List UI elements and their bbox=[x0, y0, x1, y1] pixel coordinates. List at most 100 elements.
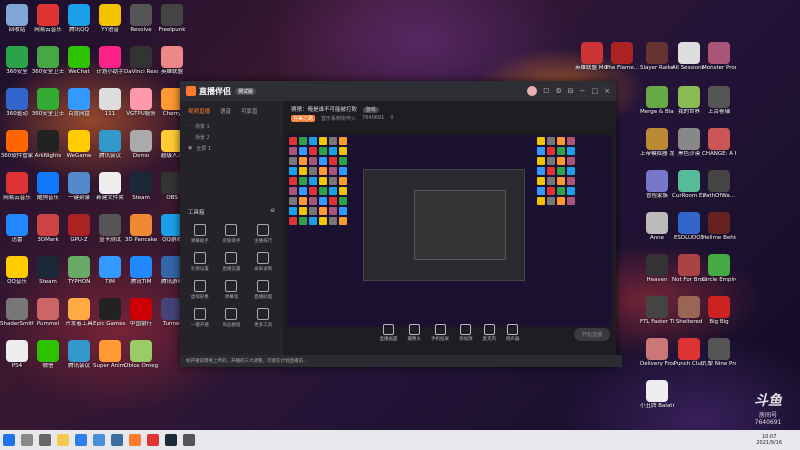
tool-item[interactable]: 弹幕助手 bbox=[184, 224, 216, 244]
desktop-icon[interactable]: 腾讯会议 bbox=[62, 340, 96, 369]
room-title[interactable]: 猜猜：俺是谁不可能被打败 bbox=[291, 107, 357, 113]
desktop-icon[interactable]: 回收站 bbox=[0, 4, 34, 33]
avatar[interactable] bbox=[527, 86, 538, 96]
desktop-icon[interactable]: PathOfWa... bbox=[702, 170, 736, 199]
desktop-icon[interactable]: CurRoom Expedition bbox=[672, 170, 706, 199]
desktop-icon[interactable]: VGTPU服务 bbox=[124, 88, 158, 117]
desktop-icon[interactable]: TYPHON bbox=[62, 256, 96, 285]
tool-item[interactable]: 礼物设置 bbox=[184, 252, 216, 272]
netease-music-icon[interactable] bbox=[147, 434, 159, 446]
desktop-icon[interactable]: 显卡测试 bbox=[93, 214, 127, 243]
desktop-icon[interactable]: 九黎 Nine Prov... bbox=[702, 338, 736, 367]
desktop-icon[interactable]: Slayer Raiken... bbox=[640, 42, 674, 71]
desktop-icon[interactable]: 111 bbox=[93, 88, 127, 117]
task-view-icon[interactable] bbox=[39, 434, 51, 446]
tool-item[interactable]: 商品橱窗 bbox=[216, 308, 248, 328]
source-button[interactable]: 手机投屏 bbox=[431, 324, 449, 342]
desktop-icon[interactable]: 网易云音乐 bbox=[0, 172, 34, 201]
desktop-icon[interactable]: QQ音乐 bbox=[0, 256, 34, 285]
obs-icon[interactable] bbox=[183, 434, 195, 446]
desktop-icon[interactable]: Monster Prom bbox=[702, 42, 736, 71]
desktop-icon[interactable]: 腾讯会议 bbox=[93, 130, 127, 159]
desktop-icon[interactable]: CHANGE: A Homeless... bbox=[702, 128, 736, 157]
desktop-icon[interactable]: All Sessions Reanimated bbox=[672, 42, 706, 71]
desktop-icon[interactable]: WeChat bbox=[62, 46, 96, 75]
start-live-button[interactable]: 开始直播 bbox=[573, 328, 610, 341]
source-button[interactable]: 摄像头 bbox=[408, 324, 421, 342]
desktop-icon[interactable]: Merge & Blade bbox=[640, 86, 674, 115]
desktop-icon[interactable]: 酷狗音乐 bbox=[31, 172, 65, 201]
room-category-badge[interactable]: 游戏 bbox=[362, 107, 379, 113]
maximize-button[interactable]: □ bbox=[592, 87, 599, 95]
desktop-icon[interactable]: Sheltered bbox=[672, 296, 706, 325]
desktop-icon[interactable]: DaVinci Resol... bbox=[124, 46, 158, 75]
desktop-icon[interactable]: 百度网盘 bbox=[62, 88, 96, 117]
desktop-icon[interactable]: Circle Empires bbox=[702, 254, 736, 283]
desktop-icon[interactable]: YY语音 bbox=[93, 4, 127, 33]
room-tag[interactable]: 完美之路 bbox=[291, 115, 316, 122]
desktop-icon[interactable]: 上古卷轴 bbox=[702, 86, 736, 115]
steam-icon[interactable] bbox=[165, 434, 177, 446]
source-button[interactable]: 添加源 bbox=[459, 324, 473, 342]
desktop-icon[interactable]: ESDLUDOS bbox=[672, 212, 706, 241]
desktop-icon[interactable]: Resolve bbox=[124, 4, 158, 33]
desktop-icon[interactable]: 开发者工具 bbox=[62, 298, 96, 327]
desktop-icon[interactable]: 冒险家族 bbox=[640, 170, 674, 199]
desktop-icon[interactable]: Oblox Omega bbox=[124, 340, 158, 369]
scene-item[interactable]: ◉ 全屏 1 bbox=[180, 143, 283, 154]
tool-item[interactable]: 更多工具 bbox=[247, 308, 279, 328]
tab-voice[interactable]: 语音 bbox=[220, 107, 231, 115]
toolbox-more-icon[interactable]: ⊖ bbox=[270, 208, 275, 216]
tool-item[interactable]: 弹幕墙 bbox=[216, 280, 248, 300]
desktop-icon[interactable]: 英雄联盟 bbox=[155, 46, 189, 75]
desktop-icon[interactable]: 网易云音乐 bbox=[31, 4, 65, 33]
eye-icon[interactable]: ◉ bbox=[188, 145, 192, 152]
desktop-icon[interactable]: WeGame bbox=[62, 130, 96, 159]
desktop-icon[interactable]: 中国银行 bbox=[124, 298, 158, 327]
desktop-icon[interactable]: 3DMark bbox=[31, 214, 65, 243]
desktop-icon[interactable]: Anne bbox=[640, 212, 674, 241]
desktop-icon[interactable]: Freelpunk bbox=[155, 4, 189, 33]
mail-icon[interactable] bbox=[111, 434, 123, 446]
desktop-icon[interactable]: Super Anim... bbox=[93, 340, 127, 369]
desktop-icon[interactable]: 腾讯TIM bbox=[124, 256, 158, 285]
desktop-icon[interactable]: Hellme Behind bbox=[702, 212, 736, 241]
source-button[interactable]: 直播画面 bbox=[380, 324, 398, 342]
desktop-icon[interactable]: 黑色沙漠 bbox=[672, 128, 706, 157]
search-icon[interactable] bbox=[21, 434, 33, 446]
douyu-icon[interactable] bbox=[129, 434, 141, 446]
desktop-icon[interactable]: 360安全 bbox=[0, 46, 34, 75]
desktop-icon[interactable]: 360安全卫士 bbox=[31, 88, 65, 117]
desktop-icon[interactable]: ShaderSmith bbox=[0, 298, 34, 327]
skin-icon[interactable]: ☐ bbox=[543, 87, 549, 95]
live-streaming-app-window[interactable]: 直播伴侣 测试版 ☐ ⚙ ⊟ − □ × 视频直播 语音 可靠直 ◦ 场景 1 ◦… bbox=[180, 81, 622, 367]
stream-preview[interactable] bbox=[287, 135, 612, 327]
desktop-icon[interactable]: TIM bbox=[93, 256, 127, 285]
tool-item[interactable]: 一键开播 bbox=[184, 308, 216, 328]
store-icon[interactable] bbox=[93, 434, 105, 446]
tool-item[interactable]: 房管助手 bbox=[216, 224, 248, 244]
minimize-button[interactable]: − bbox=[580, 87, 586, 95]
desktop-icon[interactable]: 迅雷 bbox=[0, 214, 34, 243]
tool-item[interactable]: 虚拟形象 bbox=[184, 280, 216, 300]
desktop-icon[interactable]: Demo bbox=[124, 130, 158, 159]
start-menu-icon[interactable] bbox=[3, 434, 15, 446]
desktop-icon[interactable]: 上帝模拟器 龙之... bbox=[640, 128, 674, 157]
desktop-icon[interactable]: The Flame... bbox=[605, 42, 639, 71]
desktop-icon[interactable]: 360驱动 bbox=[0, 88, 34, 117]
eye-icon[interactable]: ◦ bbox=[188, 123, 191, 130]
desktop-icon[interactable]: 360软件管家 bbox=[0, 130, 34, 159]
desktop-icon[interactable]: Steam bbox=[31, 256, 65, 285]
source-button[interactable]: 麦克风 bbox=[483, 324, 496, 342]
desktop-icon[interactable]: 计划小助手 bbox=[93, 46, 127, 75]
desktop-icon[interactable]: Epic Games Launcher bbox=[93, 298, 127, 327]
desktop-icon[interactable]: 360安全卫士 bbox=[31, 46, 65, 75]
tool-item[interactable]: 直播设置 bbox=[216, 252, 248, 272]
desktop-icon[interactable]: Steam bbox=[124, 172, 158, 201]
desktop-icon[interactable]: ArkNights bbox=[31, 130, 65, 159]
desktop-icon[interactable]: 小丑牌 Balatro... bbox=[640, 380, 674, 409]
desktop-icon[interactable]: Heaven bbox=[640, 254, 674, 283]
scene-item[interactable]: ◦ 场景 2 bbox=[180, 132, 283, 143]
close-button[interactable]: × bbox=[604, 87, 610, 95]
desktop-icon[interactable]: 英雄联盟 Mortal... bbox=[575, 42, 609, 71]
